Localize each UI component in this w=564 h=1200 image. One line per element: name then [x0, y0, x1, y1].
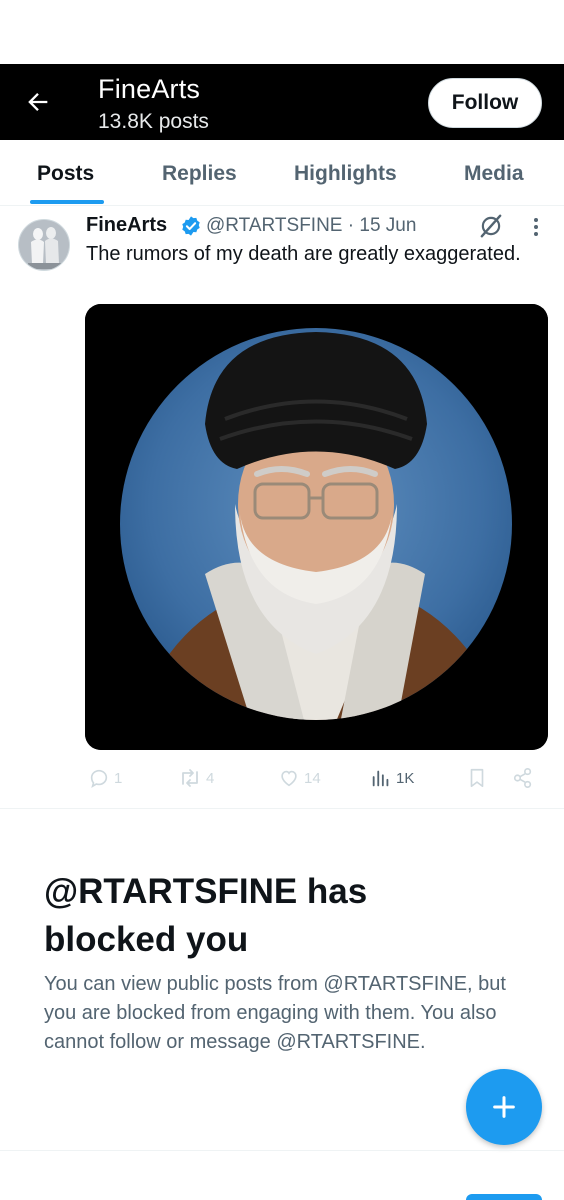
repost-button[interactable]: 4: [178, 763, 214, 793]
tab-posts[interactable]: Posts: [37, 162, 94, 186]
reply-button[interactable]: 1: [88, 763, 122, 793]
tab-media[interactable]: Media: [464, 162, 524, 186]
meta-separator: ·: [347, 215, 355, 236]
bookmark-icon: [470, 768, 484, 788]
tab-highlights[interactable]: Highlights: [294, 162, 397, 186]
share-button[interactable]: [512, 763, 534, 793]
avatar[interactable]: [18, 219, 70, 271]
profile-header: FineArts 13.8K posts Follow: [0, 64, 564, 140]
post-author-name[interactable]: FineArts: [86, 214, 167, 237]
profile-name: FineArts: [98, 74, 201, 104]
divider: [0, 1150, 564, 1151]
arrow-left-icon: [28, 93, 48, 111]
heart-icon: [281, 770, 297, 787]
bookmark-button[interactable]: [466, 763, 488, 793]
like-count: 14: [304, 769, 321, 787]
profile-tabs: Posts Replies Highlights Media: [0, 140, 564, 206]
plus-icon: [493, 1096, 515, 1118]
blocked-title: @RTARTSFINE has blocked you: [44, 872, 368, 959]
repost-count: 4: [206, 769, 215, 787]
follow-button[interactable]: Follow: [428, 78, 542, 128]
active-tab-indicator: [30, 200, 104, 204]
repost-icon: [182, 769, 198, 787]
reply-count: 1: [114, 769, 123, 787]
view-count: 1K: [396, 769, 415, 787]
post-date[interactable]: 15 Jun: [359, 215, 416, 236]
like-button[interactable]: 14: [278, 763, 321, 793]
next-fab-peek: [466, 1194, 542, 1200]
statue-avatar-image: [19, 220, 69, 270]
grok-icon[interactable]: [478, 213, 504, 239]
back-button[interactable]: [18, 82, 58, 122]
post-text: The rumors of my death are greatly exagg…: [86, 243, 521, 265]
views-chart-icon: [372, 770, 389, 787]
post-count: 13.8K posts: [98, 110, 209, 133]
compose-button[interactable]: [466, 1069, 542, 1145]
post-actions: 1 4 14 1K: [0, 763, 564, 793]
blocked-description: You can view public posts from @RTARTSFI…: [44, 973, 506, 1053]
more-vertical-icon[interactable]: [526, 215, 546, 239]
portrait-image: [85, 304, 548, 750]
reply-icon: [90, 769, 108, 788]
tab-replies[interactable]: Replies: [162, 162, 237, 186]
status-bar-area: [0, 0, 564, 64]
post-image[interactable]: [85, 304, 548, 750]
verified-badge-icon: [182, 216, 200, 236]
post-card[interactable]: FineArts @RTARTSFINE · 15 Jun The rumors…: [0, 207, 564, 809]
post-handle[interactable]: @RTARTSFINE: [206, 215, 342, 236]
views-button[interactable]: 1K: [370, 763, 414, 793]
share-icon: [513, 768, 532, 788]
post-meta: @RTARTSFINE · 15 Jun: [206, 215, 416, 237]
